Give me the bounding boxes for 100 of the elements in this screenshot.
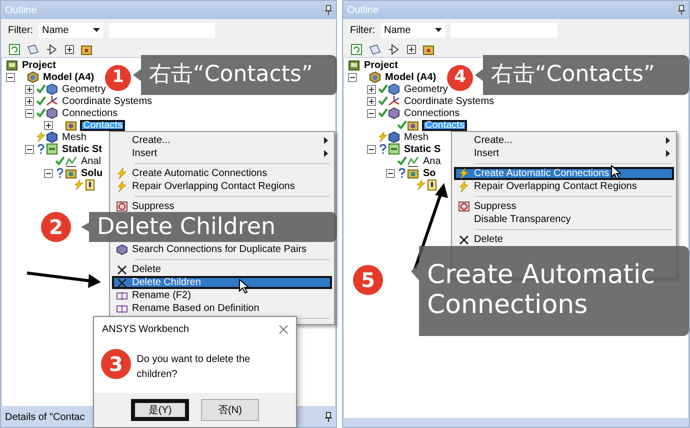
- lightning-icon: [459, 181, 469, 192]
- filter-label: Filter:: [350, 24, 375, 38]
- pin-icon[interactable]: [325, 412, 332, 422]
- filter-dropdown[interactable]: Name: [381, 22, 445, 38]
- menu-item[interactable]: Insert: [454, 147, 674, 160]
- expand-toggle[interactable]: [367, 96, 376, 106]
- callout: Create Automatic Connections: [411, 246, 689, 336]
- suppress-icon: [116, 201, 128, 212]
- tree-item[interactable]: Geometry: [403, 84, 449, 94]
- document-icon: [426, 179, 438, 191]
- expand-toggle[interactable]: [25, 108, 34, 118]
- tree-item[interactable]: Connections: [61, 108, 119, 118]
- folder-icon[interactable]: [81, 44, 92, 54]
- folder-icon: [6, 59, 18, 71]
- expand-toggle[interactable]: [44, 168, 53, 178]
- tree-item[interactable]: So: [422, 168, 437, 178]
- tree-item[interactable]: Mesh: [61, 132, 88, 142]
- expand-toggle[interactable]: [367, 84, 376, 94]
- caret-icon: [93, 28, 100, 32]
- callout: 右击“Contacts”: [133, 55, 337, 95]
- expand-toggle[interactable]: [25, 84, 34, 94]
- caret-icon: [435, 28, 442, 32]
- menu-item[interactable]: Rename (F2): [112, 289, 332, 302]
- pin-icon[interactable]: [678, 5, 685, 15]
- expand-icon[interactable]: [65, 44, 74, 54]
- rename-icon: [116, 304, 128, 314]
- tree-item[interactable]: Coordinate Systems: [403, 96, 496, 106]
- menu-item[interactable]: Repair Overlapping Contact Regions: [454, 180, 674, 193]
- tree-item[interactable]: Connections: [403, 108, 461, 118]
- menu-item[interactable]: Create Automatic Connections: [112, 167, 332, 180]
- menu-item[interactable]: Rename Based on Definition: [112, 302, 332, 315]
- lightning-icon: [117, 168, 127, 179]
- axes-icon: [46, 95, 58, 107]
- panel-title: Outline: [5, 4, 37, 18]
- expand-toggle[interactable]: [367, 108, 376, 118]
- tree-item[interactable]: Ana: [422, 156, 442, 166]
- expand-toggle[interactable]: [44, 120, 53, 130]
- cursor-icon: [239, 279, 249, 294]
- tree-item[interactable]: Geometry: [61, 84, 107, 94]
- flow-icon[interactable]: [46, 44, 58, 54]
- menu-item[interactable]: Search Connections for Duplicate Pairs: [112, 243, 332, 256]
- menu-item[interactable]: Disable Transparency: [454, 213, 674, 226]
- tree-item[interactable]: Coordinate Systems: [61, 96, 154, 106]
- menu-item[interactable]: Suppress: [112, 200, 332, 213]
- refresh-icon[interactable]: [9, 44, 20, 54]
- graph-icon: [407, 155, 419, 167]
- document-icon: [84, 179, 96, 191]
- rename-icon: [116, 290, 128, 300]
- document-icon[interactable]: [369, 44, 381, 54]
- folder-icon: [407, 167, 419, 179]
- close-icon[interactable]: [279, 324, 288, 334]
- callout: Delete Children: [81, 212, 337, 242]
- folder-icon[interactable]: [423, 44, 434, 54]
- callout: 右击“Contacts”: [475, 55, 689, 95]
- menu-item[interactable]: Delete: [454, 233, 674, 246]
- dialog-button[interactable]: 否(N): [201, 399, 259, 421]
- tree-item[interactable]: Static S: [403, 144, 442, 154]
- cube-icon: [388, 83, 400, 95]
- menu-item[interactable]: Create...: [112, 134, 332, 147]
- menu-item[interactable]: Delete: [112, 263, 332, 276]
- lightning-icon: [117, 181, 127, 192]
- expand-toggle[interactable]: [25, 144, 34, 154]
- tree-item[interactable]: Project: [363, 60, 399, 70]
- cross-icon: [117, 278, 127, 288]
- pin-icon[interactable]: [325, 5, 332, 15]
- filter-label: Filter:: [8, 24, 33, 38]
- menu-item[interactable]: Create...: [454, 134, 674, 147]
- tree-item[interactable]: Project: [21, 60, 57, 70]
- tree-item[interactable]: Mesh: [403, 132, 430, 142]
- cube-icon: [46, 83, 58, 95]
- expand-icon[interactable]: [407, 44, 416, 54]
- menu-item[interactable]: Suppress: [454, 200, 674, 213]
- expand-toggle[interactable]: [6, 72, 15, 82]
- folder-icon: [407, 119, 419, 131]
- document-icon[interactable]: [27, 44, 39, 54]
- folder-icon: [348, 59, 360, 71]
- expand-toggle[interactable]: [25, 96, 34, 106]
- tree-item[interactable]: Model (A4): [384, 72, 438, 82]
- connection-icon: [116, 244, 128, 255]
- lightning-icon: [459, 168, 469, 179]
- filter-dropdown[interactable]: Name: [39, 22, 103, 38]
- cursor-icon: [611, 165, 621, 180]
- flow-icon[interactable]: [388, 44, 400, 54]
- tree-item[interactable]: Solu: [80, 168, 104, 178]
- tree-item[interactable]: Model (A4): [42, 72, 96, 82]
- tree-item[interactable]: Anal: [80, 156, 102, 166]
- menu-item[interactable]: Delete Children: [112, 276, 332, 289]
- expand-toggle[interactable]: [386, 168, 395, 178]
- menu-item[interactable]: Repair Overlapping Contact Regions: [112, 180, 332, 193]
- menu-item[interactable]: Create Automatic Connections: [454, 167, 674, 180]
- cross-icon: [117, 264, 127, 274]
- expand-toggle[interactable]: [367, 144, 376, 154]
- panel-icon: [388, 143, 400, 155]
- cube-icon: [369, 71, 381, 83]
- refresh-icon[interactable]: [351, 44, 362, 54]
- tree-item[interactable]: Static St: [61, 144, 104, 154]
- dialog-message: Do you want to delete the children?: [136, 353, 252, 382]
- menu-item[interactable]: Insert: [112, 147, 332, 160]
- expand-toggle[interactable]: [348, 72, 357, 82]
- dialog-button[interactable]: 是(Y): [131, 399, 189, 421]
